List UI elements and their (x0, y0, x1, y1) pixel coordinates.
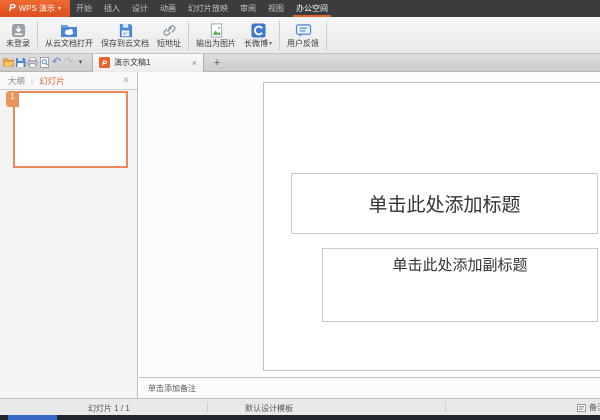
document-tab-bar: ↶ ↷ ▾ P 演示文稿1 × + (0, 54, 600, 72)
new-tab-button[interactable]: + (210, 57, 224, 69)
status-separator (445, 402, 446, 412)
quick-access-toolbar: ↶ ↷ ▾ (0, 56, 89, 70)
undo-icon[interactable]: ↶ (51, 56, 62, 70)
panel-tabs: 大纲 | 幻灯片 × (0, 72, 137, 90)
ribbon-separator (37, 21, 38, 50)
title-placeholder[interactable]: 单击此处添加标题 (291, 173, 598, 234)
menu-item-slideshow[interactable]: 幻灯片放映 (182, 0, 234, 17)
link-icon (161, 22, 178, 38)
ribbon-separator (279, 21, 280, 50)
menu-item-office-space[interactable]: 办公空间 (290, 0, 334, 17)
more-dropdown-icon[interactable]: ▾ (75, 56, 86, 70)
presentation-file-icon: P (99, 57, 110, 68)
ribbon-separator (188, 21, 189, 50)
ribbon-separator (326, 21, 327, 50)
notes-pane[interactable]: 单击添加备注 (139, 377, 600, 398)
short-url-button[interactable]: 短地址 (153, 20, 185, 50)
taskbar-accent (8, 415, 57, 420)
cloud-folder-icon (60, 22, 78, 38)
tab-outline[interactable]: 大纲 (8, 75, 25, 87)
ribbon-toolbar: 未登录 从云文档打开 保存到云文档 短地址 输出为图片 (0, 17, 600, 54)
design-template-label[interactable]: 默认设计模板 (245, 403, 293, 414)
feedback-icon (295, 22, 312, 38)
cloud-save-icon (118, 22, 133, 38)
wps-logo-icon: P (9, 3, 16, 14)
menu-item-design[interactable]: 设计 (126, 0, 154, 17)
menu-item-animation[interactable]: 动画 (154, 0, 182, 17)
app-logo-button[interactable]: P WPS 演示 ▾ (0, 0, 70, 17)
export-as-image-button[interactable]: 输出为图片 (192, 20, 240, 50)
long-weibo-button[interactable]: 长微博▾ (240, 20, 276, 50)
window-bottom-edge (0, 415, 600, 420)
document-tab[interactable]: P 演示文稿1 × (92, 54, 204, 72)
print-preview-icon[interactable] (39, 56, 50, 70)
menu-item-insert[interactable]: 插入 (98, 0, 126, 17)
wps-presentation-window: P WPS 演示 ▾ 开始 插入 设计 动画 幻灯片放映 审阅 视图 办公空间 … (0, 0, 600, 420)
work-area: 大纲 | 幻灯片 × 1 单击此处添加标题 单击此处添加副标题 单击添加备注 (0, 72, 600, 398)
notes-toggle[interactable]: 备注 (577, 402, 600, 413)
open-from-cloud-button[interactable]: 从云文档打开 (41, 20, 97, 50)
login-icon (11, 22, 26, 38)
subtitle-placeholder[interactable]: 单击此处添加副标题 (322, 248, 598, 322)
slide-canvas[interactable]: 单击此处添加标题 单击此处添加副标题 (263, 82, 600, 371)
close-panel-icon[interactable]: × (123, 75, 129, 86)
close-tab-icon[interactable]: × (192, 58, 197, 68)
open-file-icon[interactable] (3, 56, 14, 70)
menu-items: 开始 插入 设计 动画 幻灯片放映 审阅 视图 办公空间 (70, 0, 334, 17)
slide-canvas-area: 单击此处添加标题 单击此处添加副标题 (139, 72, 600, 377)
status-separator (207, 402, 208, 412)
logo-dropdown-icon: ▾ (58, 5, 61, 12)
export-image-icon (209, 22, 224, 38)
menu-item-home[interactable]: 开始 (70, 0, 98, 17)
document-tab-label: 演示文稿1 (114, 57, 150, 68)
menu-bar: P WPS 演示 ▾ 开始 插入 设计 动画 幻灯片放映 审阅 视图 办公空间 (0, 0, 600, 17)
panel-tab-divider: | (31, 76, 33, 86)
slide-counter: 幻灯片 1 / 1 (88, 403, 130, 414)
login-button[interactable]: 未登录 (2, 20, 34, 50)
print-icon[interactable] (27, 56, 38, 70)
slide-panel: 大纲 | 幻灯片 × 1 (0, 72, 138, 398)
weibo-icon (251, 22, 266, 38)
slide-thumbnail[interactable]: 1 (13, 91, 128, 168)
redo-icon[interactable]: ↷ (63, 56, 74, 70)
user-feedback-button[interactable]: 用户反馈 (283, 20, 323, 50)
notes-toggle-label: 备注 (589, 402, 600, 413)
status-bar: 幻灯片 1 / 1 默认设计模板 备注 (0, 398, 600, 415)
editing-area: 单击此处添加标题 单击此处添加副标题 单击添加备注 (139, 72, 600, 398)
notes-toggle-icon (577, 404, 586, 412)
save-icon[interactable] (15, 56, 26, 70)
menu-item-review[interactable]: 审阅 (234, 0, 262, 17)
dropdown-caret-icon: ▾ (269, 41, 272, 47)
menu-item-view[interactable]: 视图 (262, 0, 290, 17)
tab-slides[interactable]: 幻灯片 (39, 75, 65, 87)
slide-number-badge: 1 (6, 91, 19, 107)
save-to-cloud-button[interactable]: 保存到云文档 (97, 20, 153, 50)
app-title: WPS 演示 (19, 3, 55, 14)
